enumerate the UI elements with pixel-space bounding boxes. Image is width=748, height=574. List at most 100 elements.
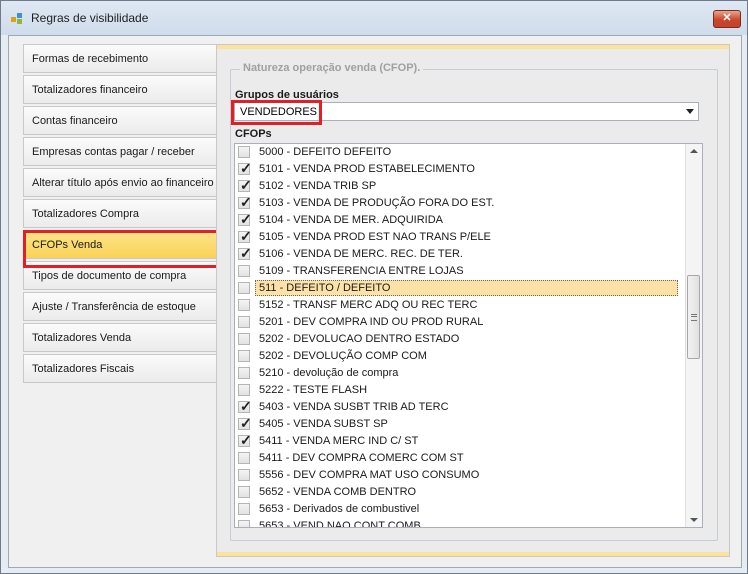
cfop-checkbox[interactable] [238,452,250,464]
user-group-value: VENDEDORES [240,106,318,118]
checkmark-icon: ✓ [240,245,252,261]
cfop-checkbox[interactable] [238,299,250,311]
cfop-list-item[interactable]: 5653 - VEND NAO CONT COMB [235,518,688,528]
cfop-list-item[interactable]: 5222 - TESTE FLASH [235,382,688,399]
cfop-list-item[interactable]: ✓ 5104 - VENDA DE MER. ADQUIRIDA [235,212,688,229]
cfop-list-item[interactable]: 5152 - TRANSF MERC ADQ OU REC TERC [235,297,688,314]
cfop-label: 5000 - DEFEITO DEFEITO [259,146,392,158]
checkmark-icon: ✓ [240,194,252,210]
cfop-checkbox[interactable] [238,350,250,362]
sidebar-nav: Formas de recebimento Totalizadores finan… [23,44,217,385]
cfop-list-item[interactable]: ✓ 5403 - VENDA SUSBT TRIB AD TERC [235,399,688,416]
cfop-checkbox[interactable] [238,486,250,498]
cfop-checkbox[interactable]: ✓ [238,228,252,244]
cfop-checkbox[interactable] [238,367,250,379]
cfop-label: 5405 - VENDA SUBST SP [259,418,388,430]
cfop-label: 5109 - TRANSFERENCIA ENTRE LOJAS [259,265,464,277]
cfop-checkbox[interactable]: ✓ [238,194,252,210]
checkmark-icon: ✓ [240,177,252,193]
cfop-checkbox[interactable]: ✓ [238,398,252,414]
cfop-list-item[interactable]: ✓ 5101 - VENDA PROD ESTABELECIMENTO [235,161,688,178]
cfop-list-item[interactable]: 5000 - DEFEITO DEFEITO [235,144,688,161]
cfop-list-item[interactable]: 5653 - Derivados de combustivel [235,501,688,518]
cfop-label: 5201 - DEV COMPRA IND OU PROD RURAL [259,316,484,328]
sidebar-item-5[interactable]: Totalizadores Compra [23,199,217,228]
cfop-checkbox[interactable]: ✓ [238,160,252,176]
cfop-list-item[interactable]: 5201 - DEV COMPRA IND OU PROD RURAL [235,314,688,331]
panel-accent-top [217,45,729,49]
sidebar-item-7[interactable]: Tipos de documento de compra [23,261,217,290]
cfop-checkbox[interactable] [238,146,250,158]
cfop-label: 5210 - devolução de compra [259,367,399,379]
chevron-down-icon[interactable] [686,109,694,114]
cfop-label: 5152 - TRANSF MERC ADQ OU REC TERC [259,299,478,311]
cfop-checkbox[interactable] [238,384,250,396]
cfop-list-item[interactable]: ✓ 5102 - VENDA TRIB SP [235,178,688,195]
cfop-label: 5653 - VEND NAO CONT COMB [259,520,421,528]
cfop-checklist[interactable]: 5653 - VEND NAO CONT COMB 5653 - Derivado… [234,143,703,528]
sidebar-item-1[interactable]: Totalizadores financeiro [23,75,217,104]
cfop-label: 5103 - VENDA DE PRODUÇÃO FORA DO EST. [259,197,495,209]
cfop-list-item[interactable]: 5652 - VENDA COMB DENTRO [235,484,688,501]
vertical-scrollbar[interactable] [685,144,702,527]
cfop-list-item[interactable]: ✓ 5405 - VENDA SUBST SP [235,416,688,433]
window-client: Formas de recebimento Totalizadores finan… [8,35,742,568]
sidebar-item-10[interactable]: Totalizadores Fiscais [23,354,217,383]
sidebar-item-0[interactable]: Formas de recebimento [23,44,217,73]
cfop-checkbox[interactable] [238,265,250,277]
cfop-label: 5556 - DEV COMPRA MAT USO CONSUMO [259,469,480,481]
cfop-label: 5106 - VENDA DE MERC. REC. DE TER. [259,248,463,260]
cfop-list-item[interactable]: 5202 - DEVOLUÇÃO COMP COM [235,348,688,365]
cfop-label: 5403 - VENDA SUSBT TRIB AD TERC [259,401,449,413]
user-group-select[interactable]: VENDEDORES [234,102,699,121]
cfop-list-item[interactable]: ✓ 5106 - VENDA DE MERC. REC. DE TER. [235,246,688,263]
cfop-list-item[interactable]: 5411 - DEV COMPRA COMERC COM ST [235,450,688,467]
cfop-checkbox[interactable]: ✓ [238,245,252,261]
cfop-checkbox[interactable]: ✓ [238,433,252,447]
sidebar-item-8[interactable]: Ajuste / Transferência de estoque [23,292,217,321]
groups-label: Grupos de usuários [235,89,339,101]
app-icon [11,13,22,24]
grip-icon [691,314,697,321]
sidebar-item-6[interactable]: CFOPs Venda [23,230,217,259]
sidebar-item-9[interactable]: Totalizadores Venda [23,323,217,352]
close-button[interactable]: ✕ [713,10,741,28]
scroll-down-icon[interactable] [690,518,698,522]
cfop-list-item[interactable]: 5556 - DEV COMPRA MAT USO CONSUMO [235,467,688,484]
cfop-checkbox[interactable] [238,333,250,345]
panel-accent-bottom [217,552,729,556]
cfop-label: 5101 - VENDA PROD ESTABELECIMENTO [259,163,475,175]
checkmark-icon: ✓ [240,160,252,176]
cfop-label: 5411 - DEV COMPRA COMERC COM ST [259,452,464,464]
cfop-list-item[interactable]: ✓ 5105 - VENDA PROD EST NAO TRANS P/ELE [235,229,688,246]
cfop-list-item[interactable]: ✓ 5411 - VENDA MERC IND C/ ST [235,433,688,450]
cfop-checkbox[interactable] [238,316,250,328]
cfop-list-item[interactable]: 511 - DEFEITO / DEFEITO [235,280,688,297]
cfop-list-item[interactable]: 5210 - devolução de compra [235,365,688,382]
sidebar-item-4[interactable]: Alterar título após envio ao financeiro [23,168,217,197]
sidebar-item-3[interactable]: Empresas contas pagar / receber [23,137,217,166]
cfop-checkbox[interactable] [238,503,250,515]
cfop-list-item[interactable]: ✓ 5103 - VENDA DE PRODUÇÃO FORA DO EST. [235,195,688,212]
checkmark-icon: ✓ [240,228,252,244]
sidebar-item-2[interactable]: Contas financeiro [23,106,217,135]
cfop-checkbox[interactable]: ✓ [238,211,252,227]
cfop-list-item[interactable]: 5202 - DEVOLUCAO DENTRO ESTADO [235,331,688,348]
cfop-label: 5202 - DEVOLUCAO DENTRO ESTADO [259,333,460,345]
checkmark-icon: ✓ [240,398,252,414]
cfop-checkbox[interactable] [238,282,250,294]
settings-panel: Natureza operação venda (CFOP). Grupos d… [216,44,730,557]
title-bar: Regras de visibilidade ✕ [1,1,747,35]
cfop-checkbox[interactable] [238,520,250,527]
main-window: Regras de visibilidade ✕ Formas de receb… [0,0,748,574]
cfop-checkbox[interactable]: ✓ [238,177,252,193]
cfop-list-item[interactable]: 5109 - TRANSFERENCIA ENTRE LOJAS [235,263,688,280]
scroll-up-icon[interactable] [690,149,698,153]
cfop-label: 5652 - VENDA COMB DENTRO [259,486,417,498]
cfop-checkbox[interactable] [238,469,250,481]
scrollbar-thumb[interactable] [687,275,700,359]
checkmark-icon: ✓ [240,211,252,227]
cfop-label: 5102 - VENDA TRIB SP [259,180,377,192]
cfop-checkbox[interactable]: ✓ [238,416,252,430]
cfop-label: 5105 - VENDA PROD EST NAO TRANS P/ELE [259,231,491,243]
